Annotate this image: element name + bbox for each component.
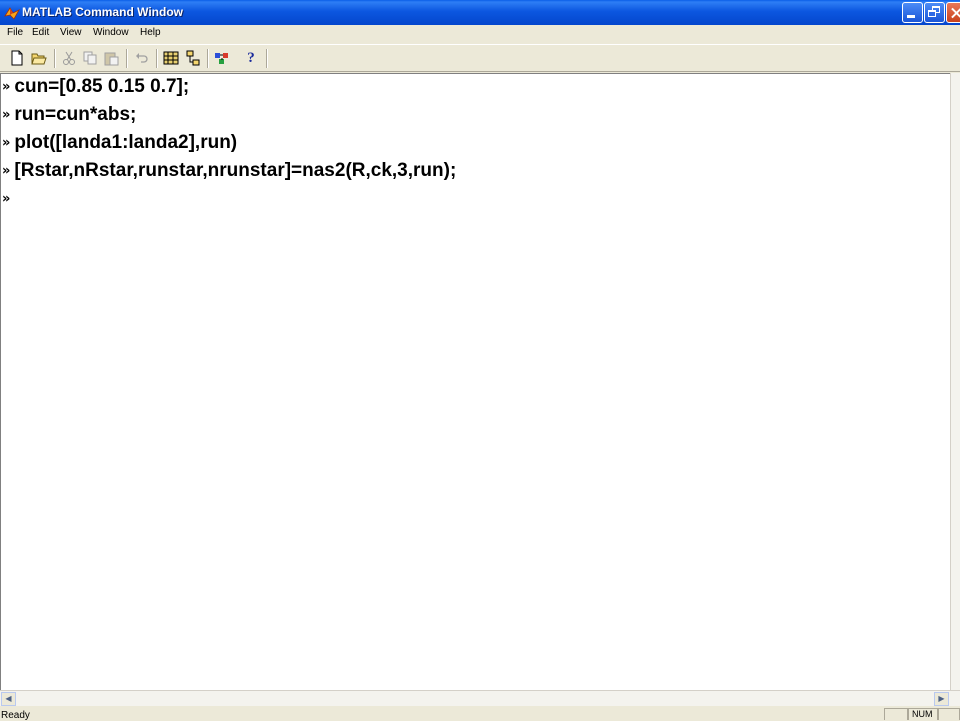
window-title: MATLAB Command Window xyxy=(22,5,183,19)
menu-file[interactable]: File xyxy=(6,27,24,38)
command-prompt: » xyxy=(2,191,11,207)
minimize-button[interactable] xyxy=(902,2,923,23)
status-cell xyxy=(884,708,908,720)
command-line: » [Rstar,nRstar,runstar,nrunstar]=nas2(R,… xyxy=(2,160,456,188)
menu-edit[interactable]: Edit xyxy=(31,27,50,38)
cut-icon[interactable] xyxy=(61,50,77,66)
command-line: » run=cun*abs; xyxy=(2,104,136,132)
command-prompt: » xyxy=(2,135,11,151)
command-text: plot([landa1:landa2],run) xyxy=(14,132,238,153)
new-file-icon[interactable] xyxy=(9,50,25,66)
help-icon[interactable]: ? xyxy=(243,50,259,66)
command-line-active[interactable]: » xyxy=(2,188,14,216)
command-text: cun=[0.85 0.15 0.7]; xyxy=(14,76,190,97)
command-prompt: » xyxy=(2,163,11,179)
command-window[interactable]: » cun=[0.85 0.15 0.7]; » run=cun*abs; » plo… xyxy=(0,73,950,690)
toolbar-separator xyxy=(54,49,56,68)
command-line: » cun=[0.85 0.15 0.7]; xyxy=(2,76,189,104)
undo-icon[interactable] xyxy=(134,50,150,66)
menu-bar: File Edit View Window Help xyxy=(0,25,960,43)
status-text: Ready xyxy=(1,710,30,721)
menu-help[interactable]: Help xyxy=(139,27,162,38)
command-prompt: » xyxy=(2,107,11,123)
matlab-logo-icon xyxy=(4,7,20,20)
command-text: run=cun*abs; xyxy=(14,104,137,125)
status-bar: Ready NUM xyxy=(0,706,960,721)
command-line: » plot([landa1:landa2],run) xyxy=(2,132,237,160)
workspace-browser-icon[interactable] xyxy=(163,50,179,66)
num-lock-indicator: NUM xyxy=(908,708,938,720)
menu-view[interactable]: View xyxy=(59,27,83,38)
status-cell xyxy=(938,708,960,720)
open-folder-icon[interactable] xyxy=(31,50,47,66)
title-bar[interactable]: MATLAB Command Window xyxy=(0,0,960,25)
copy-icon[interactable] xyxy=(82,50,98,66)
toolbar-separator xyxy=(126,49,128,68)
vertical-scrollbar[interactable] xyxy=(950,73,960,690)
command-text: [Rstar,nRstar,runstar,nrunstar]=nas2(R,c… xyxy=(14,160,457,181)
command-prompt: » xyxy=(2,79,11,95)
scroll-right-button[interactable]: ▶ xyxy=(934,692,949,706)
restore-button[interactable] xyxy=(924,2,945,23)
toolbar-separator xyxy=(207,49,209,68)
horizontal-scrollbar[interactable]: ◀ ▶ xyxy=(0,690,960,706)
toolbar: ? xyxy=(0,44,960,72)
simulink-icon[interactable] xyxy=(214,50,230,66)
paste-icon[interactable] xyxy=(103,50,119,66)
scroll-left-button[interactable]: ◀ xyxy=(1,692,16,706)
menu-window[interactable]: Window xyxy=(92,27,130,38)
path-browser-icon[interactable] xyxy=(185,50,201,66)
toolbar-separator xyxy=(266,49,268,68)
close-button[interactable] xyxy=(946,2,960,23)
toolbar-separator xyxy=(156,49,158,68)
